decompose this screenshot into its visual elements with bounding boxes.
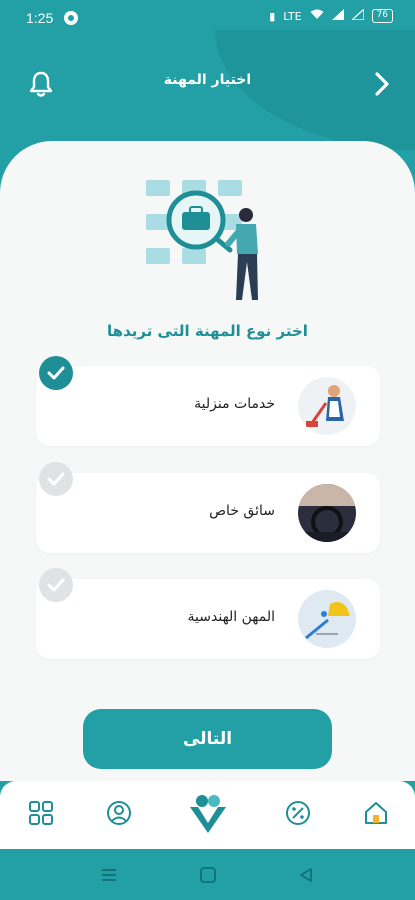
wifi-icon [310, 9, 324, 23]
page-subtitle: اختر نوع المهنة التى تريدها [107, 322, 308, 340]
option-check-selected[interactable] [39, 356, 73, 390]
option-label: خدمات منزلية [194, 396, 275, 412]
home-button-icon[interactable] [198, 866, 218, 884]
menu-icon[interactable] [99, 866, 119, 884]
battery-icon: 76 [371, 9, 393, 23]
notification-icon [64, 11, 78, 25]
next-button[interactable]: التالى [83, 709, 332, 769]
signal-icon [331, 9, 344, 23]
back-triangle-icon[interactable] [296, 866, 316, 884]
option-label: المهن الهندسية [187, 609, 275, 625]
signal-icon [350, 7, 365, 23]
option-private-driver[interactable]: سائق خاص [36, 473, 380, 553]
vibrate-icon: ▮ [269, 9, 276, 23]
system-nav-bar [0, 849, 415, 900]
grid-icon[interactable] [27, 799, 57, 829]
profile-icon[interactable] [105, 799, 135, 829]
engineering-tools-image [298, 590, 356, 648]
housekeeper-image [298, 377, 356, 435]
option-engineering[interactable]: المهن الهندسية [36, 579, 380, 659]
car-interior-image [298, 484, 356, 542]
bottom-nav [0, 781, 415, 849]
chevron-right-icon[interactable] [371, 70, 393, 98]
page-title: اختيار المهنة [163, 72, 252, 88]
option-label: سائق خاص [209, 503, 275, 519]
header: اختيار المهنة [0, 58, 415, 108]
option-home-services[interactable]: خدمات منزلية [36, 366, 380, 446]
option-check-unselected[interactable] [39, 568, 73, 602]
status-icons: ▮ LTE 76 [269, 7, 393, 23]
data-icon: LTE [283, 9, 302, 23]
logo-icon[interactable] [186, 791, 230, 835]
status-time: 1:25 [26, 10, 54, 26]
job-search-illustration [138, 172, 283, 312]
discount-icon[interactable] [284, 799, 314, 829]
option-check-unselected[interactable] [39, 462, 73, 496]
home-icon[interactable] [362, 799, 392, 829]
